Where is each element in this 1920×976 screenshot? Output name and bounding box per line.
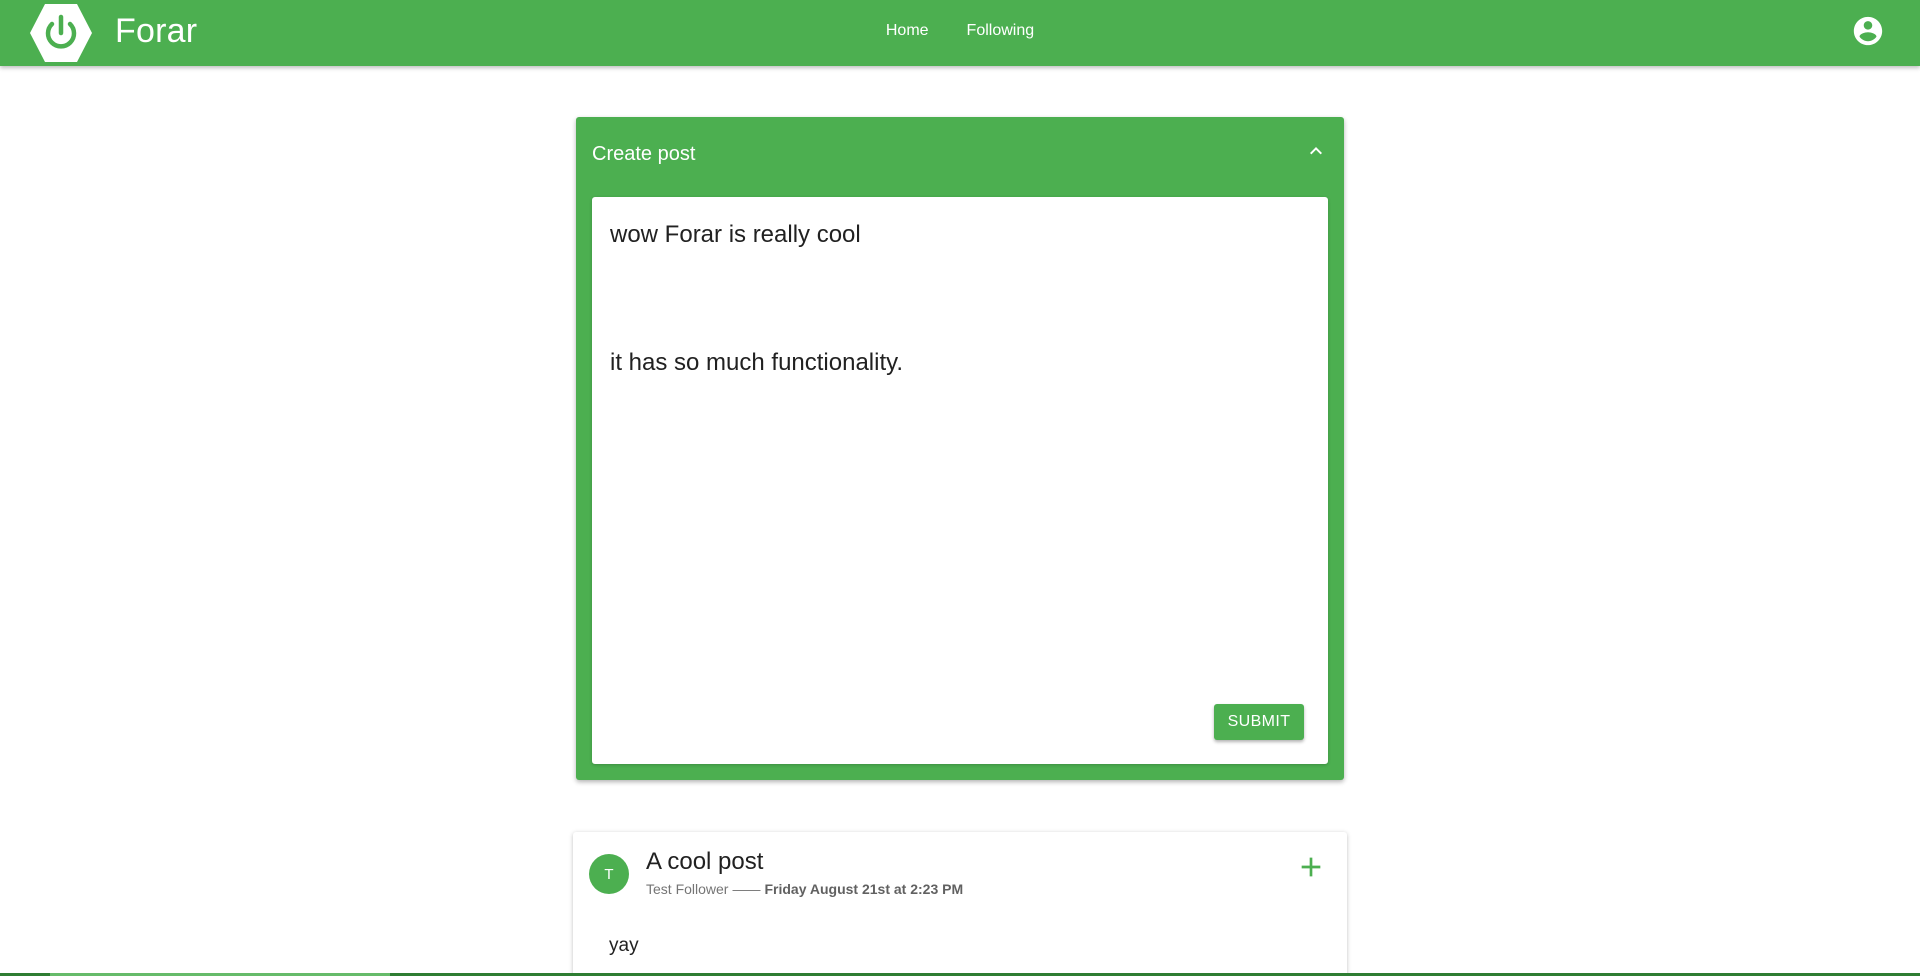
submit-button[interactable]: SUBMIT bbox=[1214, 704, 1304, 740]
create-post-panel: Create post wow Forar is really cool it … bbox=[576, 117, 1344, 780]
create-post-title[interactable]: Create post bbox=[592, 142, 695, 166]
main-nav: Home Following bbox=[0, 0, 1920, 62]
nav-home-link[interactable]: Home bbox=[867, 12, 948, 50]
post-title[interactable]: A cool post bbox=[646, 847, 763, 877]
post-body: yay bbox=[609, 935, 639, 956]
post-author[interactable]: Test Follower bbox=[646, 881, 728, 897]
chevron-up-icon[interactable] bbox=[1304, 139, 1328, 163]
editor-line-1: wow Forar is really cool bbox=[610, 221, 861, 248]
post-card: T A cool post Test Follower —— Friday Augu… bbox=[573, 832, 1347, 976]
post-editor-text[interactable]: wow Forar is really cool it has so much … bbox=[610, 219, 1310, 379]
editor-line-2: it has so much functionality. bbox=[610, 349, 904, 376]
plus-icon[interactable] bbox=[1295, 851, 1327, 883]
avatar: T bbox=[589, 854, 629, 894]
nav-following-link[interactable]: Following bbox=[948, 12, 1054, 50]
app-root: Forar Home Following Create post wow For… bbox=[0, 0, 1920, 976]
post-editor[interactable]: wow Forar is really cool it has so much … bbox=[592, 197, 1328, 764]
post-meta-separator: —— bbox=[732, 881, 761, 897]
post-meta: Test Follower —— Friday August 21st at 2:2… bbox=[646, 880, 963, 898]
post-date: Friday August 21st at 2:23 PM bbox=[764, 881, 964, 897]
account-circle-icon[interactable] bbox=[1851, 14, 1885, 48]
top-app-bar: Forar Home Following bbox=[0, 0, 1920, 66]
